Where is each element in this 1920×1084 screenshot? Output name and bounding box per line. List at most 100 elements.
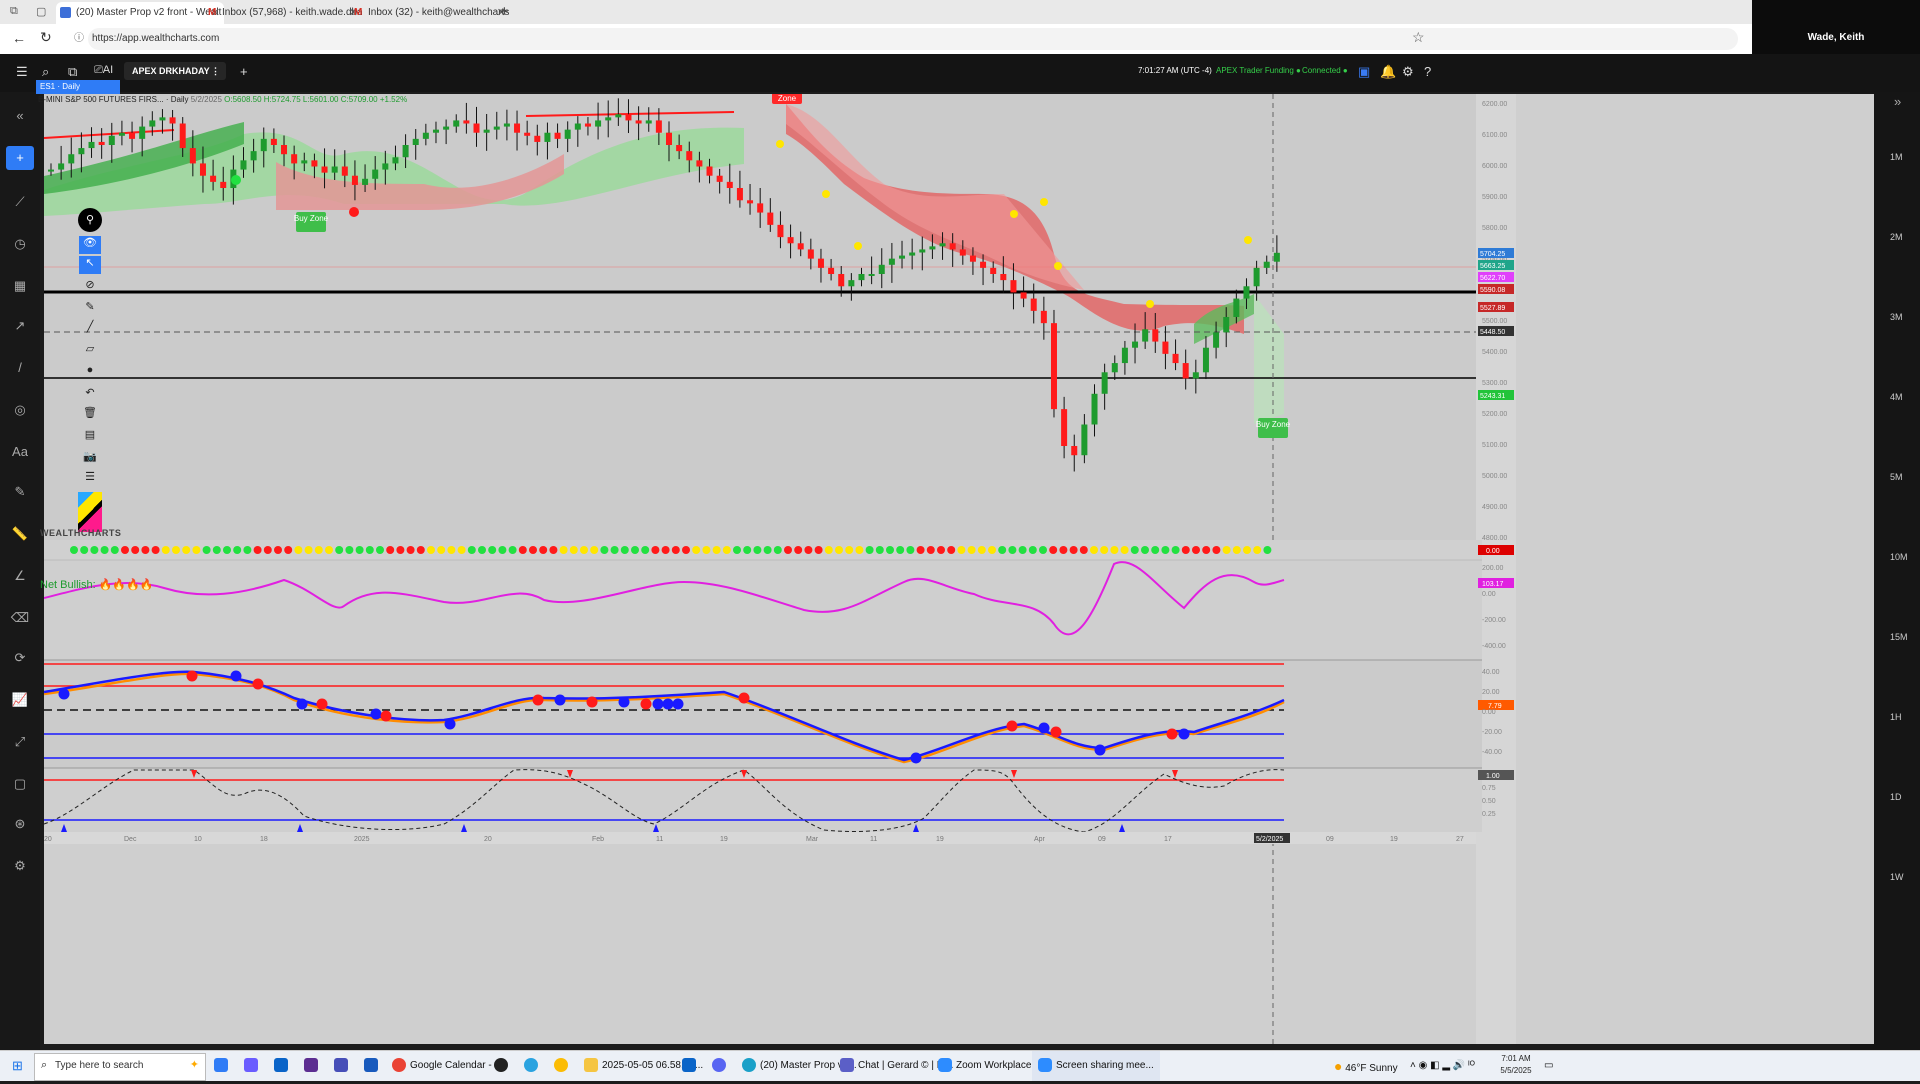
trend-dot [212, 546, 221, 554]
ruler-icon[interactable]: ▱ [79, 342, 101, 360]
word-icon[interactable] [364, 1051, 382, 1081]
hamburger-menu-icon[interactable]: ☰ [16, 64, 28, 80]
eraser-icon[interactable]: ⌫ [10, 608, 30, 628]
back-icon[interactable]: ← [12, 30, 26, 46]
settings-gear-icon[interactable]: ⚙ [1402, 64, 1414, 80]
bookmark-star-icon[interactable]: ☆ [1412, 29, 1425, 46]
settings-icon[interactable]: ⚙ [10, 856, 30, 876]
visual-studio-icon[interactable] [304, 1051, 322, 1081]
browser-tab-wealthcharts[interactable]: (20) Master Prop v2 front - Wealt ✕ [56, 2, 224, 24]
funding-status[interactable]: APEX Trader Funding ● [1216, 66, 1301, 75]
pencil-icon[interactable]: ✎ [10, 482, 30, 502]
timeframe-3m[interactable]: 3M [1890, 312, 1903, 322]
ai-assistant-icon[interactable]: ⎚AI [94, 64, 113, 77]
timeframe-1m[interactable]: 1M [1890, 152, 1903, 162]
browser-tab-gmail-2[interactable]: M Inbox (32) - keith@wealthcharts.c ✕ [350, 2, 510, 24]
task-view-icon[interactable] [214, 1051, 232, 1081]
add-chart-button[interactable]: + [6, 146, 34, 170]
timeframe-2m[interactable]: 2M [1890, 232, 1903, 242]
location-pin-icon[interactable] [494, 1051, 512, 1081]
notes-icon[interactable]: ☰ [79, 470, 101, 488]
copilot-icon[interactable]: ✦ [190, 1058, 199, 1071]
trend-dot [518, 546, 527, 554]
chrome-icon[interactable] [554, 1051, 572, 1081]
tab-title: (20) Master Prop v2 front - Wealt [76, 7, 222, 18]
taskbar-clock[interactable]: 7:01 AM 5/5/2025 [1496, 1053, 1536, 1077]
history-icon[interactable]: ◷ [10, 234, 30, 254]
taskbar-item-screen-share[interactable]: Screen sharing mee... [1032, 1051, 1160, 1081]
discord-icon[interactable] [712, 1051, 730, 1081]
weather-widget[interactable]: ● 46°F Sunny [1334, 1051, 1398, 1081]
trend-icon[interactable]: ↗ [10, 316, 30, 336]
time-axis-label: Dec [124, 836, 137, 843]
layout-selector[interactable]: APEX DRKHADAY ⋮ [124, 62, 226, 80]
ruler-icon[interactable]: 📏 [10, 524, 30, 544]
pencil-icon[interactable]: ✎ [79, 300, 101, 318]
angle-icon[interactable]: ∠ [10, 566, 30, 586]
select-cursor-icon[interactable]: ↖ [79, 256, 101, 274]
outlook-icon[interactable] [274, 1051, 292, 1081]
search-icon[interactable]: ⌕ [42, 64, 49, 80]
chart-area[interactable]: Buy Zone Buy Zone Zone 6200.00 6100.00 6000.0… [36, 80, 1874, 1044]
pin-icon[interactable]: ⚲ [78, 208, 102, 232]
camera-icon[interactable]: 📷 [79, 450, 101, 468]
copilot-app-icon[interactable] [244, 1051, 262, 1081]
window-menu-icon[interactable]: ⧉ [10, 5, 18, 18]
color-palette-swatch[interactable] [78, 492, 102, 532]
taskbar-item-chat[interactable]: Chat | Gerard © | M... [840, 1051, 953, 1081]
timeframe-5m[interactable]: 5M [1890, 472, 1903, 482]
timeframe-1h[interactable]: 1H [1890, 712, 1902, 722]
system-tray-icons[interactable]: ˄ ◉ ◧ ▂ 🔊 ᴵᴼ [1410, 1051, 1475, 1081]
visibility-eye-icon[interactable]: 👁 [79, 236, 101, 254]
chart-canvas[interactable]: Buy Zone Buy Zone Zone 6200.00 6100.00 6000.0… [44, 94, 1854, 1044]
timeframe-10m[interactable]: 10M [1890, 552, 1908, 562]
text-tool-icon[interactable]: Aa [10, 442, 30, 462]
new-tab-icon[interactable]: + [500, 3, 509, 20]
timeframe-15m[interactable]: 15M [1890, 632, 1908, 642]
candle-body [1192, 372, 1199, 379]
trend-dot [1161, 546, 1170, 554]
undo-icon[interactable]: ↶ [79, 386, 101, 404]
strategy-icon[interactable]: ⤢ [10, 732, 30, 752]
tab-overview-icon[interactable]: ▢ [36, 5, 46, 18]
chart-type-icon[interactable]: ⟋ [10, 192, 30, 212]
save-icon[interactable]: ▣ [1358, 64, 1370, 80]
site-info-icon[interactable]: ⓘ [74, 28, 84, 50]
taskbar-search-box[interactable]: ⌕ Type here to search ✦ [34, 1053, 206, 1081]
more-options-icon[interactable]: ⋮ [211, 62, 220, 80]
candle-body [1020, 292, 1027, 299]
trash-icon[interactable]: 🗑 [79, 406, 101, 424]
timeframe-4m[interactable]: 4M [1890, 392, 1903, 402]
calendar-icon[interactable]: ▦ [10, 276, 30, 296]
magnet-icon[interactable]: ⊘ [79, 278, 101, 296]
timeframe-1d[interactable]: 1D [1890, 792, 1902, 802]
indicator-icon[interactable]: 📈 [10, 690, 30, 710]
notifications-bell-icon[interactable]: 🔔 [1380, 64, 1396, 80]
browser-tab-gmail-1[interactable]: M Inbox (57,968) - keith.wade.dba@ ✕ [204, 2, 362, 24]
teams-icon[interactable] [334, 1051, 352, 1081]
collapse-right-icon[interactable]: » [1894, 94, 1901, 109]
reload-icon[interactable]: ↻ [40, 29, 52, 46]
layouts-icon[interactable]: ⧉ [68, 64, 77, 80]
collapse-left-icon[interactable]: « [10, 106, 30, 126]
dot-icon[interactable]: ● [79, 364, 101, 382]
windows-start-icon[interactable]: ⊞ [12, 1051, 23, 1081]
alerts-icon[interactable]: ⊛ [10, 814, 30, 834]
taskbar-item-calendar[interactable]: Google Calendar - ... [392, 1051, 503, 1081]
line-tool-icon[interactable]: / [10, 358, 30, 378]
window-icon[interactable]: ▢ [10, 774, 30, 794]
taskbar-item-zoom[interactable]: Zoom Workplace [938, 1051, 1031, 1081]
stoch-axis-label: 0.50 [1482, 798, 1496, 805]
template-icon[interactable]: ▤ [79, 428, 101, 446]
outlook-app-icon[interactable] [682, 1051, 700, 1081]
timeframe-1w[interactable]: 1W [1890, 872, 1904, 882]
telegram-icon[interactable] [524, 1051, 542, 1081]
add-layout-icon[interactable]: + [240, 64, 248, 79]
notification-icon[interactable]: ▭ [1544, 1051, 1553, 1081]
url-field[interactable]: ⓘ https://app.wealthcharts.com [74, 28, 1738, 50]
shape-tool-icon[interactable]: ◎ [10, 400, 30, 420]
line-tool-icon[interactable]: ╱ [79, 320, 101, 338]
chart-tab[interactable]: ES1 · Daily [36, 80, 120, 94]
sync-icon[interactable]: ⟳ [10, 648, 30, 668]
help-icon[interactable]: ? [1424, 64, 1431, 79]
